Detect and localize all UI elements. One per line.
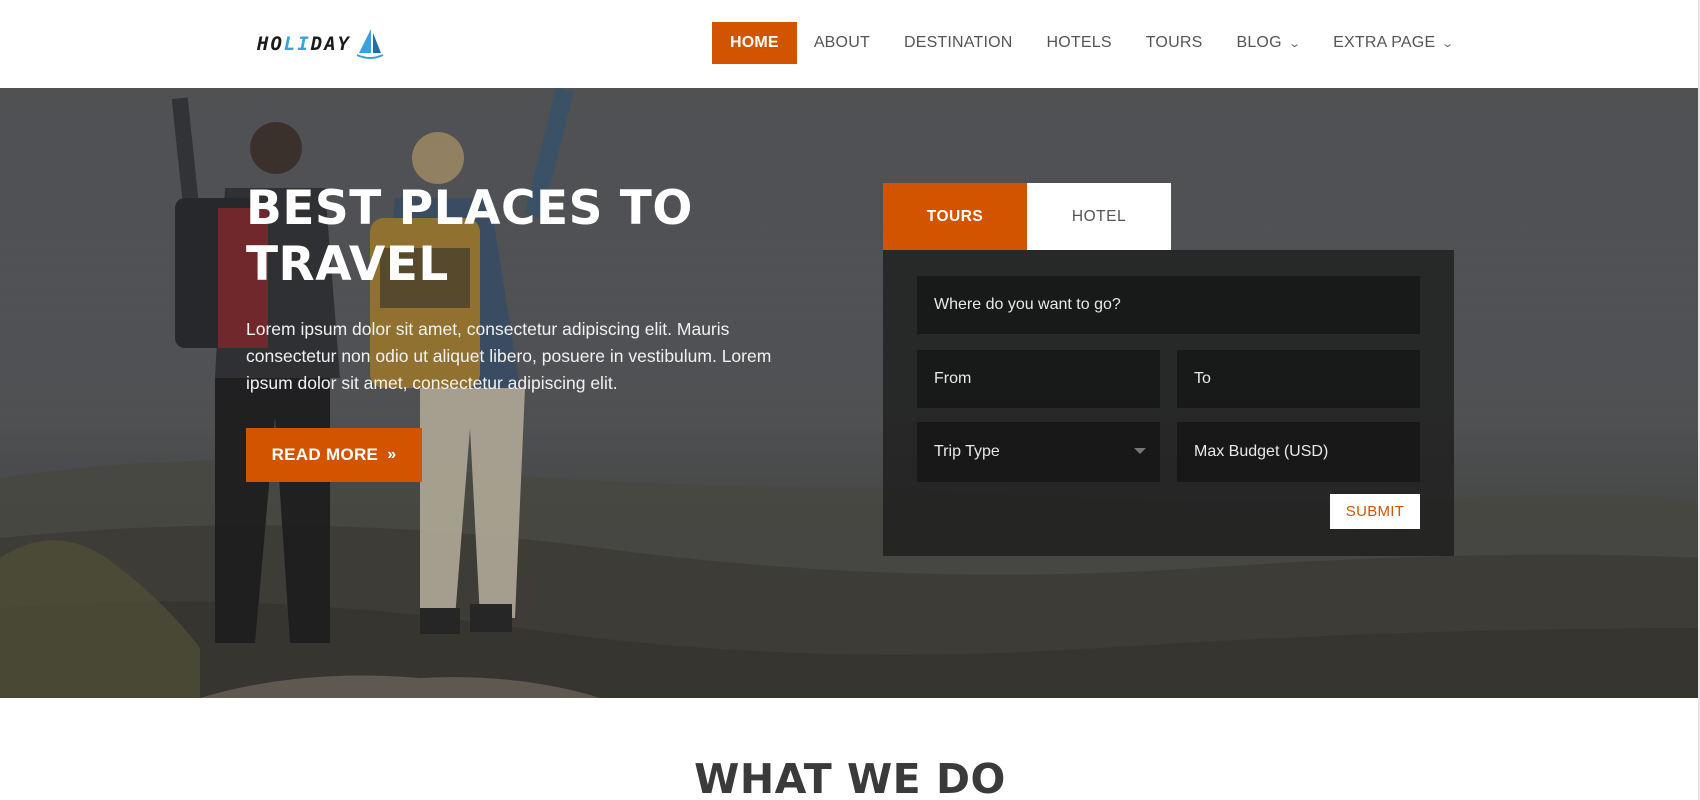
chevron-down-icon: ⌄	[1287, 37, 1302, 50]
nav-item-about[interactable]: ABOUT	[797, 22, 887, 64]
submit-button[interactable]: SUBMIT	[1330, 494, 1420, 529]
max-budget-input[interactable]: Max Budget (USD)	[1177, 422, 1420, 482]
tab-hotel[interactable]: HOTEL	[1027, 183, 1171, 250]
hero-banner: BEST PLACES TO TRAVEL Lorem ipsum dolor …	[0, 88, 1700, 698]
trip-type-select[interactable]: Trip Type	[917, 422, 1160, 482]
search-panel: Where do you want to go? From To Trip Ty…	[883, 250, 1454, 556]
nav-item-home[interactable]: HOME	[712, 22, 797, 64]
read-more-button[interactable]: READ MORE »	[246, 428, 422, 482]
destination-input[interactable]: Where do you want to go?	[917, 276, 1420, 334]
nav-item-extra-page[interactable]: EXTRA PAGE ⌄	[1316, 22, 1470, 64]
section-title: WHAT WE DO	[694, 755, 1006, 800]
logo[interactable]: HOLIDAY	[257, 24, 385, 64]
hero-description: Lorem ipsum dolor sit amet, consectetur …	[246, 319, 772, 393]
chevron-down-icon: ⌄	[1441, 37, 1455, 50]
caret-down-icon	[1134, 448, 1146, 454]
nav-item-hotels[interactable]: HOTELS	[1030, 22, 1129, 64]
nav-item-destination[interactable]: DESTINATION	[887, 22, 1030, 64]
double-chevron-right-icon: »	[387, 446, 397, 463]
nav-item-tours[interactable]: TOURS	[1129, 22, 1220, 64]
to-date-input[interactable]: To	[1177, 350, 1420, 408]
search-tabs: TOURS HOTEL	[883, 183, 1171, 250]
site-header: HOLIDAY HOME ABOUT DESTINATION HOTELS TO…	[0, 0, 1700, 88]
sailboat-icon	[356, 29, 384, 59]
hero-title: BEST PLACES TO TRAVEL	[246, 181, 693, 292]
nav-item-blog[interactable]: BLOG ⌄	[1219, 22, 1316, 64]
logo-text: HOLIDAY	[257, 33, 352, 55]
read-more-label: READ MORE	[271, 445, 379, 464]
tab-tours[interactable]: TOURS	[883, 183, 1027, 250]
from-date-input[interactable]: From	[917, 350, 1160, 408]
main-nav: HOME ABOUT DESTINATION HOTELS TOURS BLOG…	[712, 22, 1470, 64]
